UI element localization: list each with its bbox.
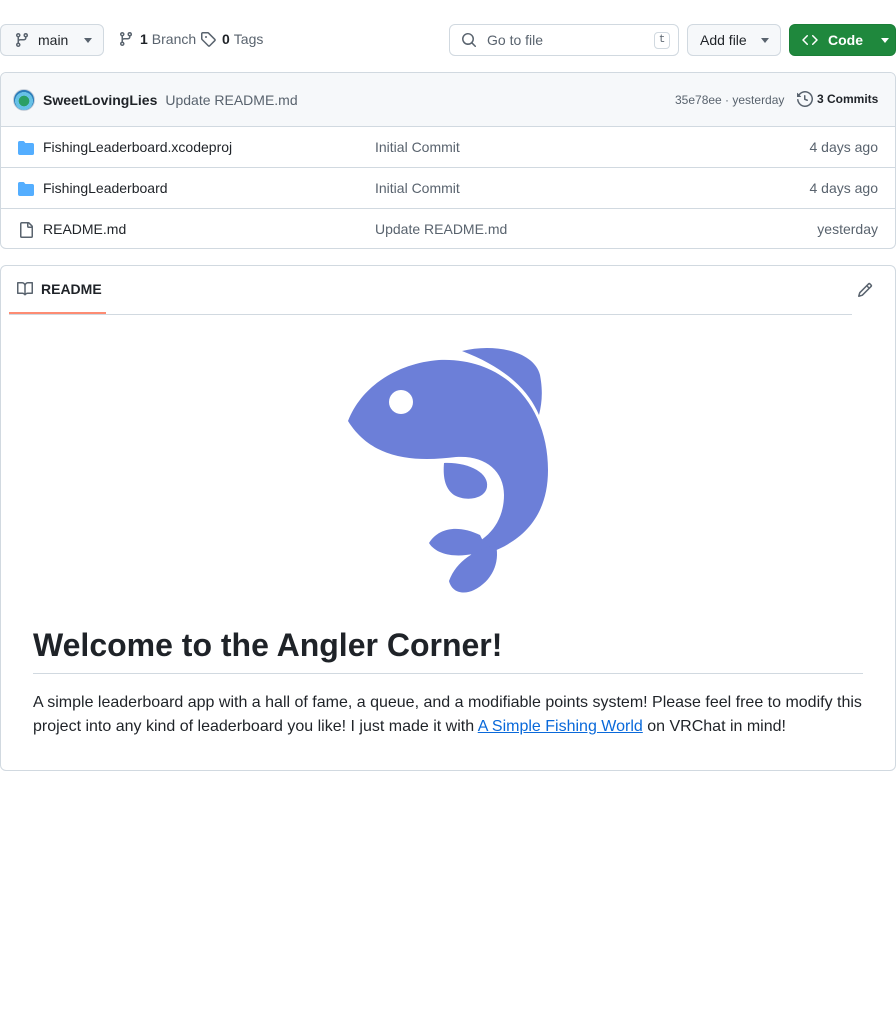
readme-text-end: on VRChat in mind! <box>642 718 786 735</box>
readme-paragraph: A simple leaderboard app with a hall of … <box>33 691 865 739</box>
add-file-button[interactable]: Add file <box>687 24 781 56</box>
commit-message[interactable]: Update README.md <box>165 92 297 108</box>
search-placeholder: Go to file <box>487 32 544 48</box>
book-icon <box>17 281 33 296</box>
readme-title: Welcome to the Angler Corner! <box>33 625 863 674</box>
latest-commit-bar: SweetLovingLies Update README.md 35e78ee… <box>1 73 895 127</box>
file-age: 4 days ago <box>809 180 879 196</box>
chevron-down-icon <box>84 37 93 43</box>
divider <box>9 314 852 315</box>
branch-count: 1 <box>140 31 148 47</box>
table-row[interactable]: README.md Update README.md yesterday <box>1 209 895 248</box>
pencil-icon[interactable] <box>857 282 873 298</box>
file-name[interactable]: README.md <box>43 221 126 237</box>
tag-count: 0 <box>222 31 230 47</box>
add-file-label: Add file <box>700 32 747 48</box>
file-commit-message[interactable]: Update README.md <box>375 221 507 237</box>
folder-icon <box>18 182 34 196</box>
readme-tab-label: README <box>41 281 102 297</box>
git-branch-icon <box>15 33 28 48</box>
file-age: yesterday <box>817 221 878 237</box>
commits-link[interactable]: 3 Commits <box>797 91 878 107</box>
search-icon <box>462 33 477 48</box>
table-row[interactable]: FishingLeaderboard Initial Commit 4 days… <box>1 168 895 209</box>
tag-label: Tags <box>233 31 264 47</box>
chevron-down-icon <box>760 37 769 43</box>
shortcut-key: t <box>654 32 670 49</box>
tab-readme[interactable]: README <box>9 266 106 314</box>
code-label: Code <box>828 32 863 48</box>
fish-logo <box>348 348 548 593</box>
file-table: SweetLovingLies Update README.md 35e78ee… <box>0 72 896 249</box>
file-name[interactable]: FishingLeaderboard.xcodeproj <box>43 139 232 155</box>
branches-link[interactable]: 1 Branch <box>118 31 196 47</box>
file-age: 4 days ago <box>809 139 879 155</box>
history-icon <box>797 91 813 107</box>
table-row[interactable]: FishingLeaderboard.xcodeproj Initial Com… <box>1 127 895 168</box>
branch-label: Branch <box>151 31 197 47</box>
tags-link[interactable]: 0 Tags <box>200 31 263 47</box>
commit-sha-time[interactable]: 35e78ee · yesterday <box>675 93 784 107</box>
branch-selector-button[interactable]: main <box>0 24 104 56</box>
commit-author[interactable]: SweetLovingLies <box>43 92 157 108</box>
file-icon <box>20 222 33 238</box>
code-icon <box>802 34 818 46</box>
file-commit-message[interactable]: Initial Commit <box>375 180 460 196</box>
file-name[interactable]: FishingLeaderboard <box>43 180 168 196</box>
avatar[interactable] <box>13 88 35 111</box>
file-commit-message[interactable]: Initial Commit <box>375 139 460 155</box>
code-button[interactable]: Code <box>789 24 896 56</box>
commits-label: 3 Commits <box>817 92 879 106</box>
branch-name: main <box>38 32 69 48</box>
tag-icon <box>201 32 216 47</box>
fishing-world-link[interactable]: A Simple Fishing World <box>478 718 643 735</box>
git-branch-icon <box>119 32 132 47</box>
folder-icon <box>18 141 34 155</box>
go-to-file-input[interactable]: Go to file t <box>449 24 679 56</box>
chevron-down-icon <box>881 37 889 43</box>
